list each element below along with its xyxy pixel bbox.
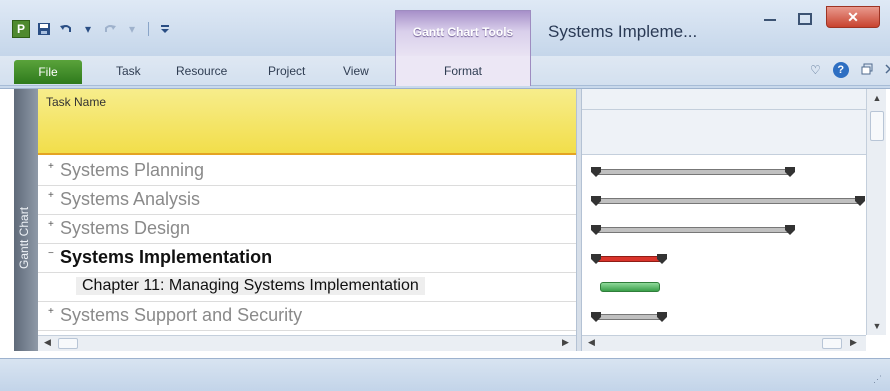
critical-summary-bar[interactable] xyxy=(591,254,667,264)
ribbon-right-controls: ♡ ? xyxy=(810,62,890,78)
title-bar: P ▾ ▾ Gantt Chart Tools Systems Impleme.… xyxy=(0,0,890,56)
bar-end-marker xyxy=(785,225,795,235)
task-row[interactable]: Chapter 11: Managing Systems Implementat… xyxy=(38,273,576,302)
gantt-view: Gantt Chart Task Name + Systems Planning… xyxy=(0,88,890,358)
scroll-down-icon[interactable]: ▼ xyxy=(867,321,887,331)
task-grid: Task Name + Systems Planning + Systems A… xyxy=(38,89,576,335)
window-title: Systems Impleme... xyxy=(548,22,698,41)
bar-start-marker xyxy=(591,167,601,177)
contextual-tab-group: Gantt Chart Tools xyxy=(395,10,531,56)
tab-resource[interactable]: Resource xyxy=(176,64,227,78)
qat-separator xyxy=(148,22,149,36)
undo-icon[interactable] xyxy=(58,21,74,37)
bar-end-marker xyxy=(657,254,667,264)
maximize-button[interactable] xyxy=(790,8,820,30)
summary-bar[interactable] xyxy=(591,196,865,206)
close-document-icon[interactable] xyxy=(885,63,890,77)
task-row[interactable]: + Systems Support and Security xyxy=(38,302,576,331)
task-name: Systems Design xyxy=(60,218,191,238)
help-icon[interactable]: ? xyxy=(832,62,849,78)
column-header-label: Task Name xyxy=(46,95,107,109)
expand-icon[interactable]: + xyxy=(48,190,54,201)
chart-vscroll-thumb[interactable] xyxy=(870,111,884,141)
task-bar[interactable] xyxy=(600,282,660,292)
bar-start-marker xyxy=(591,254,601,264)
bar-end-marker xyxy=(855,196,865,206)
task-row[interactable]: + Systems Analysis xyxy=(38,186,576,215)
tab-format[interactable]: Format xyxy=(395,56,531,86)
quick-access-toolbar: P ▾ ▾ xyxy=(12,20,173,38)
scroll-up-icon[interactable]: ▲ xyxy=(867,93,887,103)
chart-horizontal-scrollbar[interactable]: ◀ ▶ xyxy=(582,335,866,351)
contextual-group-title: Gantt Chart Tools xyxy=(412,25,514,39)
close-icon: ✕ xyxy=(847,8,859,25)
task-row[interactable]: + Systems Design xyxy=(38,215,576,244)
chevron-down-icon[interactable]: ▾ xyxy=(124,21,140,37)
tab-file[interactable]: File xyxy=(14,60,82,84)
customize-icon[interactable] xyxy=(157,21,173,37)
close-button[interactable]: ✕ xyxy=(826,6,880,28)
restore-window-icon[interactable] xyxy=(861,63,873,78)
task-name: Systems Implementation xyxy=(60,247,273,267)
bar-end-marker xyxy=(657,312,667,322)
grid-horizontal-scrollbar[interactable]: ◀ ▶ xyxy=(38,335,576,351)
expand-icon[interactable]: + xyxy=(48,219,54,230)
bar-start-marker xyxy=(591,196,601,206)
expand-icon[interactable]: + xyxy=(48,161,54,172)
bar-start-marker xyxy=(591,225,601,235)
column-header-task-name[interactable]: Task Name xyxy=(38,89,576,155)
tab-project[interactable]: Project xyxy=(268,64,305,78)
collapse-icon[interactable]: − xyxy=(48,248,54,259)
bar-end-marker xyxy=(785,167,795,177)
status-bar: ⋰ xyxy=(0,358,890,391)
tab-task[interactable]: Task xyxy=(116,64,141,78)
summary-bar[interactable] xyxy=(591,312,667,322)
redo-icon[interactable] xyxy=(102,21,118,37)
view-bar-label: Gantt Chart xyxy=(17,206,31,269)
save-icon[interactable] xyxy=(36,21,52,37)
timescale-header[interactable] xyxy=(582,89,866,155)
expand-icon[interactable]: + xyxy=(48,306,54,317)
scroll-left-icon[interactable]: ◀ xyxy=(588,337,595,348)
task-name: Chapter 11: Managing Systems Implementat… xyxy=(76,277,425,295)
bar-start-marker xyxy=(591,312,601,322)
task-name: Systems Support and Security xyxy=(60,305,303,325)
gantt-chart-area xyxy=(582,89,866,335)
minimize-button[interactable] xyxy=(755,8,785,30)
tab-view[interactable]: View xyxy=(343,64,369,78)
scroll-right-icon[interactable]: ▶ xyxy=(850,337,857,348)
chevron-down-icon[interactable]: ▾ xyxy=(80,21,96,37)
timescale-divider xyxy=(582,109,866,110)
summary-bar[interactable] xyxy=(591,167,795,177)
ribbon-minimize-icon[interactable]: ♡ xyxy=(810,63,821,77)
summary-bar[interactable] xyxy=(591,225,795,235)
resize-grip-icon[interactable]: ⋰ xyxy=(873,374,882,385)
scroll-left-icon[interactable]: ◀ xyxy=(44,337,51,348)
task-row[interactable]: − Systems Implementation xyxy=(38,244,576,273)
view-bar: Gantt Chart xyxy=(14,89,38,351)
task-row[interactable]: + Systems Planning xyxy=(38,157,576,186)
task-name: Systems Planning xyxy=(60,160,205,180)
project-app-icon[interactable]: P xyxy=(12,20,30,38)
task-name: Systems Analysis xyxy=(60,189,201,209)
scroll-right-icon[interactable]: ▶ xyxy=(562,337,569,348)
chart-vertical-scrollbar[interactable]: ▲ ▼ xyxy=(866,89,886,335)
grid-scroll-thumb[interactable] xyxy=(58,338,78,349)
chart-scroll-thumb[interactable] xyxy=(822,338,842,349)
